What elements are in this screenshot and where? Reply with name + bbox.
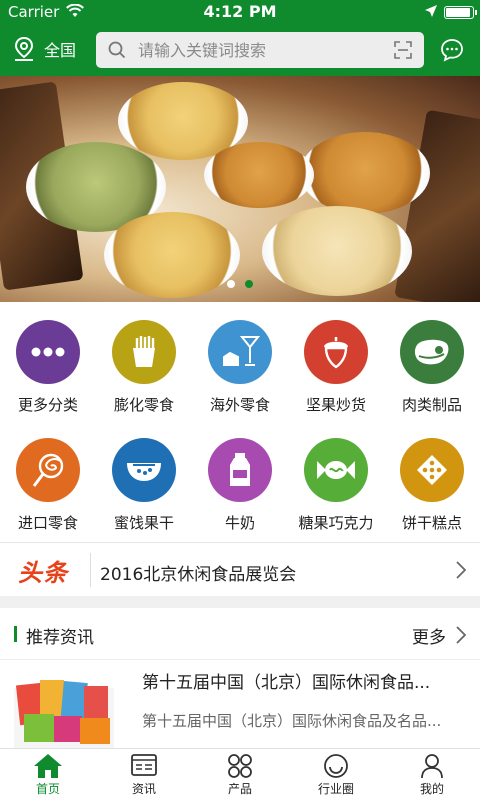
top-nav-bar: 全国 <box>0 24 480 76</box>
news-summary: 第十五届中国（北京）国际休闲食品及名品... <box>142 712 442 730</box>
news-list-item[interactable]: 第十五届中国（北京）国际休闲食品... 第十五届中国（北京）国际休闲食品及名品.… <box>0 660 480 748</box>
lollipop-icon <box>16 438 80 502</box>
category-label: 饼干糕点 <box>401 514 462 532</box>
category-item[interactable]: 糖果巧克力 <box>288 438 384 533</box>
search-input[interactable] <box>138 40 378 60</box>
category-item[interactable]: 海外零食 <box>192 320 288 415</box>
tab-label: 首页 <box>35 782 60 796</box>
headline-ticker[interactable]: 头条 2016北京休闲食品展览会 <box>0 542 480 596</box>
news-thumbnail <box>14 680 114 748</box>
tab-label: 产品 <box>227 782 252 796</box>
scan-icon[interactable] <box>394 41 412 59</box>
steak-icon <box>400 320 464 384</box>
location-pin-icon <box>14 36 34 61</box>
news-title[interactable]: 第十五届中国（北京）国际休闲食品... <box>142 668 430 693</box>
category-item[interactable]: 进口零食 <box>0 438 96 533</box>
fries-icon <box>112 320 176 384</box>
more-dots-icon <box>16 320 80 384</box>
acorn-icon <box>304 320 368 384</box>
category-item[interactable]: 饼干糕点 <box>384 438 480 533</box>
milk-icon <box>208 438 272 502</box>
category-label: 海外零食 <box>209 396 270 414</box>
category-label: 膨化零食 <box>113 396 174 414</box>
cocktail-icon <box>208 320 272 384</box>
category-item[interactable]: 更多分类 <box>0 320 96 415</box>
tab-profile[interactable]: 我的 <box>384 749 480 800</box>
category-label: 牛奶 <box>224 514 255 532</box>
promo-banner[interactable] <box>0 76 480 302</box>
category-label: 糖果巧克力 <box>298 514 374 532</box>
category-label: 进口零食 <box>17 514 78 532</box>
battery-icon <box>444 6 477 19</box>
search-bar[interactable] <box>96 32 424 68</box>
tab-home[interactable]: 首页 <box>0 749 96 800</box>
pagination-dot[interactable] <box>227 280 235 288</box>
snack-bag-image <box>394 109 480 302</box>
chevron-right-icon[interactable] <box>456 561 466 579</box>
status-bar: Carrier 4:12 PM <box>0 0 480 24</box>
tab-label: 行业圈 <box>317 782 354 796</box>
tab-label: 资讯 <box>131 782 156 796</box>
bowl-icon <box>112 438 176 502</box>
tab-label: 我的 <box>419 782 444 796</box>
headline-tag: 头条 <box>18 559 68 587</box>
category-label: 肉类制品 <box>401 396 462 414</box>
divider <box>90 553 91 587</box>
news-icon <box>131 754 157 776</box>
tab-news[interactable]: 资讯 <box>96 749 192 800</box>
category-label: 坚果炒货 <box>305 396 366 414</box>
tab-products[interactable]: 产品 <box>192 749 288 800</box>
banner-pagination <box>0 280 480 288</box>
pagination-dot[interactable] <box>245 280 253 288</box>
bottom-tab-bar: 首页 资讯 产品 行业圈 我的 <box>0 748 480 800</box>
message-icon[interactable] <box>440 38 464 62</box>
tab-community[interactable]: 行业圈 <box>288 749 384 800</box>
recommend-section-header: 推荐资讯 更多 <box>0 608 480 660</box>
region-selector[interactable]: 全国 <box>12 36 76 62</box>
category-item[interactable]: 牛奶 <box>192 438 288 533</box>
category-label: 更多分类 <box>17 396 78 414</box>
chevron-right-icon[interactable] <box>456 626 466 644</box>
category-item[interactable]: 坚果炒货 <box>288 320 384 415</box>
category-item[interactable]: 膨化零食 <box>96 320 192 415</box>
category-item[interactable]: 蜜饯果干 <box>96 438 192 533</box>
clock: 4:12 PM <box>203 2 277 21</box>
section-title: 推荐资讯 <box>26 628 94 648</box>
popcorn-bowl-image <box>204 142 314 208</box>
candy-icon <box>304 438 368 502</box>
grid-icon <box>228 754 252 778</box>
more-link[interactable]: 更多 <box>412 623 446 648</box>
popcorn-bowl-image <box>300 132 430 214</box>
region-label: 全国 <box>44 41 77 60</box>
category-item[interactable]: 肉类制品 <box>384 320 480 415</box>
location-arrow-icon <box>425 5 437 17</box>
biscuit-icon <box>400 438 464 502</box>
section-marker <box>14 626 17 642</box>
category-grid: 更多分类 膨化零食 海外零食 坚果炒货 肉类制品进口零食 蜜饯果干 牛奶 糖果巧克力 饼干糕点 <box>0 302 480 542</box>
search-icon <box>108 41 126 59</box>
category-label: 蜜饯果干 <box>113 514 174 532</box>
home-icon <box>34 754 62 778</box>
user-icon <box>421 754 443 779</box>
headline-text[interactable]: 2016北京休闲食品展览会 <box>100 560 296 585</box>
smile-icon <box>324 754 348 778</box>
